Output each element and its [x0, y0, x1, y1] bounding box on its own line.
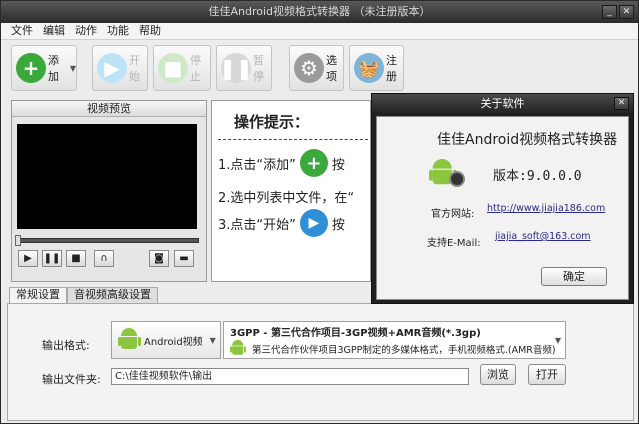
android-icon — [118, 328, 141, 352]
about-app-name: 佳佳Android视频格式转换器 — [437, 132, 618, 148]
stop-button[interactable]: ■ 停止 — [153, 45, 211, 91]
divider — [218, 139, 368, 140]
preview-title: 视频预览 — [12, 101, 206, 117]
format-select[interactable]: Android视频 ▼ — [111, 321, 221, 359]
profile-description: 第三代合作伙伴项目3GPP制定的多媒体格式，手机视频格式.(AMR音频) — [252, 345, 556, 356]
play-icon: ▶ — [299, 209, 328, 237]
add-label: 添加 — [48, 54, 59, 83]
chevron-down-icon: ▼ — [209, 335, 216, 345]
folder-icon: ▬ — [179, 253, 189, 264]
pause-button[interactable]: ❚❚ 暂停 — [216, 45, 272, 91]
register-label: 注册 — [386, 54, 397, 83]
close-button[interactable]: ✕ — [619, 5, 634, 19]
stop-label: 停止 — [190, 54, 201, 83]
settings-tabs: 常规设置 音视频高级设置 — [9, 287, 158, 304]
tips-panel: 操作提示： 1.点击“添加” + 按 2.选中列表中文件，在“ 3.点击“开始”… — [211, 100, 371, 282]
email-link[interactable]: jiajia_soft@163.com — [495, 231, 591, 242]
tip-1: 1.点击“添加” + 按 — [218, 149, 345, 177]
menu-file[interactable]: 文件 — [11, 23, 33, 39]
video-screen — [17, 124, 197, 229]
stop-preview-button[interactable]: ■ — [66, 250, 86, 267]
open-folder-button[interactable]: ▬ — [174, 250, 194, 267]
profile-select[interactable]: 3GPP - 第三代合作项目-3GP视频+AMR音频(*.3gp) 第三代合作伙… — [223, 321, 566, 359]
website-label: 官方网站: — [431, 209, 475, 220]
play-icon: ▶ — [97, 53, 127, 83]
options-label: 选项 — [326, 54, 337, 83]
about-dialog-body: 佳佳Android视频格式转换器 版本:9.0.0.0 官方网站: http:/… — [376, 116, 629, 300]
tip-3: 3.点击“开始” ▶ 按 — [218, 209, 345, 237]
seek-bar[interactable] — [17, 238, 199, 243]
website-link[interactable]: http://www.jiajia186.com — [487, 203, 605, 214]
format-label: 输出格式: — [42, 339, 90, 352]
pause-icon: ❚❚ — [219, 53, 253, 83]
profile-title: 3GPP - 第三代合作项目-3GP视频+AMR音频(*.3gp) — [230, 328, 481, 339]
window-title: 佳佳Android视频格式转换器 （未注册版本） — [208, 5, 431, 18]
folder-label: 输出文件夹: — [42, 373, 101, 386]
app-logo — [429, 159, 465, 187]
main-window: 佳佳Android视频格式转换器 （未注册版本） _ ✕ 文件 编辑 动作 功能… — [0, 0, 639, 424]
about-dialog-titlebar: 关于软件 ✕ — [372, 94, 633, 113]
video-preview-panel: 视频预览 ▶ ❚❚ ■ ∩ ◙ ▬ — [11, 100, 207, 282]
pause-icon: ❚❚ — [43, 253, 61, 264]
gear-icon: ⚙ — [294, 53, 324, 83]
options-button[interactable]: ⚙ 选项 — [289, 45, 344, 91]
tab-general[interactable]: 常规设置 — [9, 287, 67, 304]
stop-icon: ■ — [158, 53, 188, 83]
android-icon — [230, 340, 247, 357]
play-icon: ▶ — [24, 253, 32, 264]
menu-action[interactable]: 动作 — [75, 23, 97, 39]
tip-1-tail: 按 — [331, 157, 345, 173]
title-bar: 佳佳Android视频格式转换器 （未注册版本） _ ✕ — [1, 1, 638, 23]
ok-button[interactable]: 确定 — [541, 267, 607, 286]
plus-icon: + — [299, 149, 328, 177]
tips-title: 操作提示： — [234, 113, 310, 131]
tip-3-tail: 按 — [331, 217, 345, 233]
about-version: 版本:9.0.0.0 — [493, 169, 582, 184]
format-value: Android视频 — [144, 336, 203, 348]
tip-2: 2.选中列表中文件，在“ — [218, 187, 354, 206]
settings-panel: 输出格式: Android视频 ▼ 3GPP - 第三代合作项目-3GP视频+A… — [7, 303, 634, 421]
play-button[interactable]: ▶ — [18, 250, 38, 267]
tip-3-text: 3.点击“开始” — [218, 217, 296, 233]
about-dialog-title: 关于软件 — [480, 97, 525, 110]
menu-help[interactable]: 帮助 — [139, 23, 161, 39]
headphones-icon: ∩ — [100, 253, 108, 264]
tip-2-text: 2.选中列表中文件，在“ — [218, 191, 355, 206]
basket-icon: 🧺 — [354, 53, 384, 83]
close-icon[interactable]: ✕ — [614, 97, 629, 110]
tip-1-text: 1.点击“添加” — [218, 157, 296, 173]
seek-handle[interactable] — [15, 235, 21, 246]
stop-icon: ■ — [71, 253, 81, 264]
browse-button[interactable]: 浏览 — [480, 364, 516, 385]
toolbar: + 添加 ▼ ▶ 开始 ■ 停止 ❚❚ 暂停 ⚙ 选项 🧺 注册 — [1, 40, 638, 96]
camera-icon: ◙ — [154, 253, 164, 264]
pause-label: 暂停 — [253, 54, 264, 83]
menu-bar: 文件 编辑 动作 功能 帮助 — [1, 23, 638, 40]
snapshot-button[interactable]: ◙ — [149, 250, 169, 267]
film-reel-icon — [449, 171, 465, 187]
add-button[interactable]: + 添加 ▼ — [11, 45, 77, 91]
chevron-down-icon: ▼ — [69, 63, 76, 73]
menu-function[interactable]: 功能 — [107, 23, 129, 39]
pause-preview-button[interactable]: ❚❚ — [42, 250, 62, 267]
tab-advanced[interactable]: 音视频高级设置 — [67, 287, 158, 303]
plus-icon: + — [16, 53, 46, 83]
start-button[interactable]: ▶ 开始 — [92, 45, 148, 91]
volume-button[interactable]: ∩ — [94, 250, 114, 267]
about-dialog: 关于软件 ✕ 佳佳Android视频格式转换器 版本:9.0.0.0 官方网站:… — [371, 93, 634, 304]
email-label: 支持E-Mail: — [427, 238, 481, 249]
open-button[interactable]: 打开 — [528, 364, 566, 385]
register-button[interactable]: 🧺 注册 — [349, 45, 404, 91]
start-label: 开始 — [129, 54, 140, 83]
output-folder-field[interactable]: C:\佳佳视频软件\输出 — [111, 368, 469, 385]
minimize-button[interactable]: _ — [602, 5, 617, 19]
menu-edit[interactable]: 编辑 — [43, 23, 65, 39]
chevron-down-icon: ▼ — [554, 336, 561, 345]
